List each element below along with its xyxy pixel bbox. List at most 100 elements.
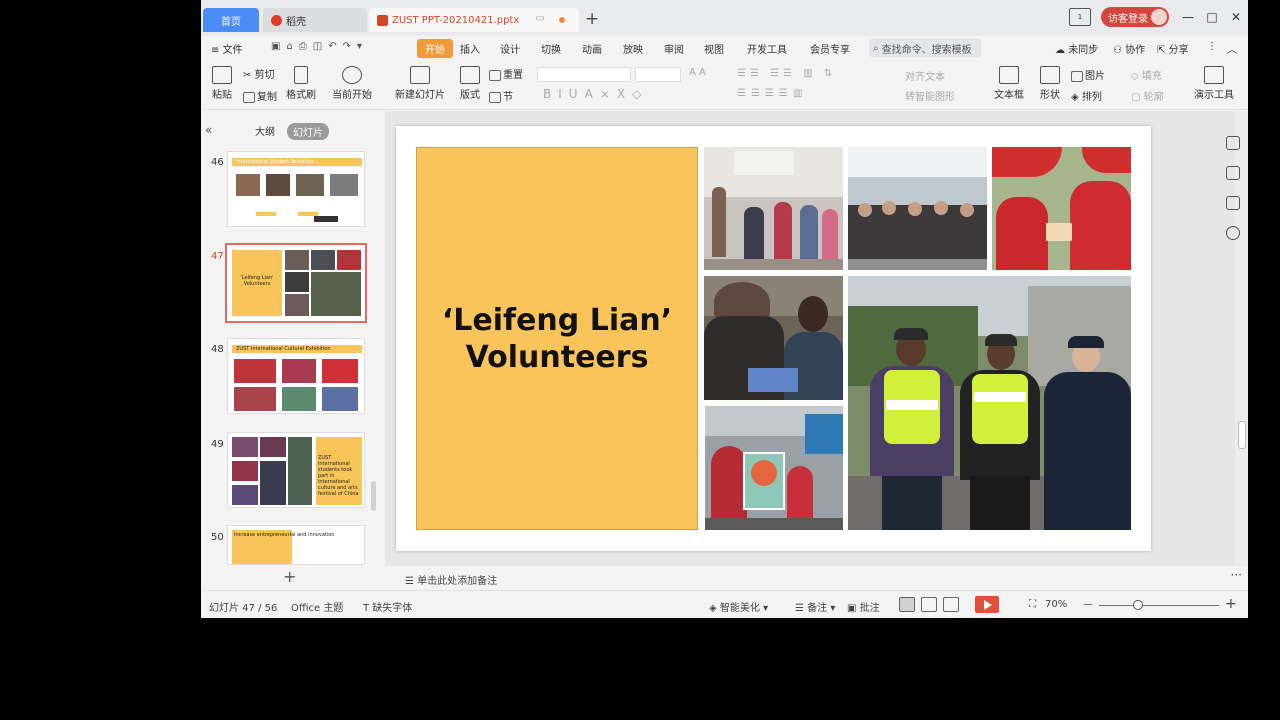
photo-two-volunteers[interactable] [704,276,843,400]
menu-member[interactable]: 会员专享 [810,41,850,56]
bold-button[interactable]: B [543,87,558,101]
theme-name[interactable]: Office 主题 [291,599,343,614]
slideshow-tools-button[interactable]: 演示工具 [1191,66,1237,101]
visitor-login-button[interactable]: 访客登录 [1101,7,1169,27]
menu-slideshow[interactable]: 放映 [623,41,643,56]
beautify-button[interactable]: ◈ 智能美化 ▾ [709,599,768,614]
notes-more-icon[interactable]: ··· [1231,568,1242,582]
italic-button[interactable]: I [558,87,569,101]
slide-title-line-1[interactable]: ‘Leifeng Lian’ [442,302,672,339]
tab-document[interactable]: ZUST PPT-20210421.pptx ▭ [369,8,579,32]
menu-animation[interactable]: 动画 [582,41,602,56]
photo-police-volunteers[interactable] [848,276,1131,530]
font-size-select[interactable] [635,67,681,82]
align-text-button[interactable]: 对齐文本 [905,68,945,83]
minimize-button[interactable]: — [1177,6,1199,28]
menu-home[interactable]: 开始 [417,39,453,58]
slide-thumbnail-49[interactable]: ZUST international students took part in… [227,432,365,508]
notes-bar[interactable]: ☰ 单击此处添加备注 ··· [385,566,1248,590]
sync-button[interactable]: ☁ 未同步 [1055,41,1098,56]
properties-icon[interactable] [1226,136,1240,150]
notes-placeholder[interactable]: ☰ 单击此处添加备注 [405,572,497,587]
canvas-scrollbar-thumb[interactable] [1238,421,1246,449]
menu-review[interactable]: 审阅 [664,41,684,56]
new-slide-button[interactable]: 新建幻灯片 [391,66,449,101]
status-bar: 幻灯片 47 / 56 Office 主题 T 缺失字体 ◈ 智能美化 ▾ ☰ … [201,590,1248,618]
slide-title-panel[interactable]: ‘Leifeng Lian’ Volunteers [416,147,698,530]
close-button[interactable]: ✕ [1225,6,1247,28]
menu-transition[interactable]: 切换 [541,41,561,56]
photo-kids-with-poster[interactable] [705,406,843,530]
zoom-slider-track[interactable] [1099,605,1219,606]
slide-title-line-2[interactable]: Volunteers [466,339,649,376]
font-size-buttons[interactable]: A A [689,67,706,78]
menu-developer[interactable]: 开发工具 [747,41,787,56]
slide-thumbnail-47[interactable]: 'Leifeng Lian' Volunteers [225,243,367,323]
pin-icon[interactable] [1226,166,1240,180]
slides-panel-scrollbar[interactable] [371,481,376,511]
menu-file[interactable]: ≡ 文件 [211,41,243,56]
collab-button[interactable]: ⚇ 协作 [1113,41,1145,56]
collapse-ribbon-icon[interactable]: ︿ [1227,41,1237,56]
layout-button[interactable]: 版式 [455,66,485,101]
copy-button[interactable]: 复制 [243,88,277,103]
comments-button[interactable]: ▣ 批注 [847,599,880,614]
slide-47[interactable]: ‘Leifeng Lian’ Volunteers [396,126,1151,551]
photo-red-vest-volunteers[interactable] [992,147,1131,270]
menu-insert[interactable]: 插入 [460,41,480,56]
format-painter-button[interactable]: 格式刷 [285,66,317,101]
command-search-input[interactable]: ⌕ 查找命令、搜索模板 [869,39,981,57]
tab-home[interactable]: 首页 [203,8,259,32]
menu-view[interactable]: 视图 [704,41,724,56]
reset-button[interactable]: 重置 [489,66,523,81]
tab-outline[interactable]: 大纲 [255,123,275,138]
daoke-icon [271,14,282,26]
arrange-button[interactable]: ◈ 排列 [1071,88,1102,103]
cut-button[interactable]: ✂ 剪切 [243,66,275,81]
normal-view-button[interactable] [899,597,915,612]
section-button[interactable]: 节 [489,88,513,103]
slide-thumbnail-48[interactable]: ZUST International Cultural Exhibition [227,338,365,414]
fill-button[interactable]: ◇ 填充 [1131,67,1162,82]
add-slide-button[interactable]: + [283,567,296,586]
reading-view-button[interactable] [943,597,959,612]
zoom-in-button[interactable]: + [1225,596,1237,612]
slide-thumbnail-46[interactable]: International Student Activities [227,151,365,227]
paragraph-align-buttons[interactable]: ☰☰☰☰▥ [737,88,807,99]
notes-toggle-button[interactable]: ☰ 备注 ▾ [795,599,835,614]
fit-window-icon[interactable]: ⛶ [1029,599,1036,610]
new-tab-button[interactable]: + [585,9,599,29]
help-icon[interactable] [1226,226,1240,240]
shape-button[interactable]: 形状 [1035,66,1065,101]
play-slideshow-button[interactable] [975,596,999,613]
missing-font-button[interactable]: T 缺失字体 [363,599,412,614]
monitor-icon[interactable]: ▭ [536,13,545,24]
thumb-text-block [298,544,358,564]
maximize-button[interactable]: □ [1201,6,1223,28]
slide-thumbnail-50[interactable]: Increase entrepreneurial and innovation [227,525,365,565]
zoom-out-button[interactable]: — [1083,599,1093,610]
zoom-level[interactable]: 70% [1045,599,1067,610]
outline-button[interactable]: ▢ 轮廓 [1131,88,1164,103]
photo-children-classroom[interactable] [704,147,843,270]
tab-slides[interactable]: 幻灯片 [287,123,329,140]
font-style-buttons[interactable]: BIUA⨯X◇ [543,87,648,101]
smart-art-button[interactable]: 转智能图形 [905,88,955,103]
tab-daoke[interactable]: 稻壳 [263,8,367,32]
sorter-view-button[interactable] [921,597,937,612]
more-icon[interactable]: ⋮ [1207,41,1217,52]
quick-access-icons[interactable]: ▣⌂⎙◫↶↷▾ [271,41,368,52]
zoom-slider-handle[interactable] [1133,600,1143,610]
start-current-button[interactable]: 当前开始 [329,66,375,101]
paste-button[interactable]: 粘贴 [209,66,235,101]
picture-button[interactable]: 图片 [1071,67,1105,82]
share-button[interactable]: ⇱ 分享 [1157,41,1189,56]
menu-design[interactable]: 设计 [500,41,520,56]
underline-button[interactable]: U [569,87,585,101]
paragraph-list-buttons[interactable]: ☰☰ ☰☰ ▥ ⇅ [737,68,836,79]
font-name-select[interactable] [537,67,631,82]
slides-library-icon[interactable] [1226,196,1240,210]
photo-elderly-group[interactable] [848,147,987,270]
screen-icon[interactable]: 1 [1069,8,1091,26]
text-box-button[interactable]: 文本框 [991,66,1027,101]
